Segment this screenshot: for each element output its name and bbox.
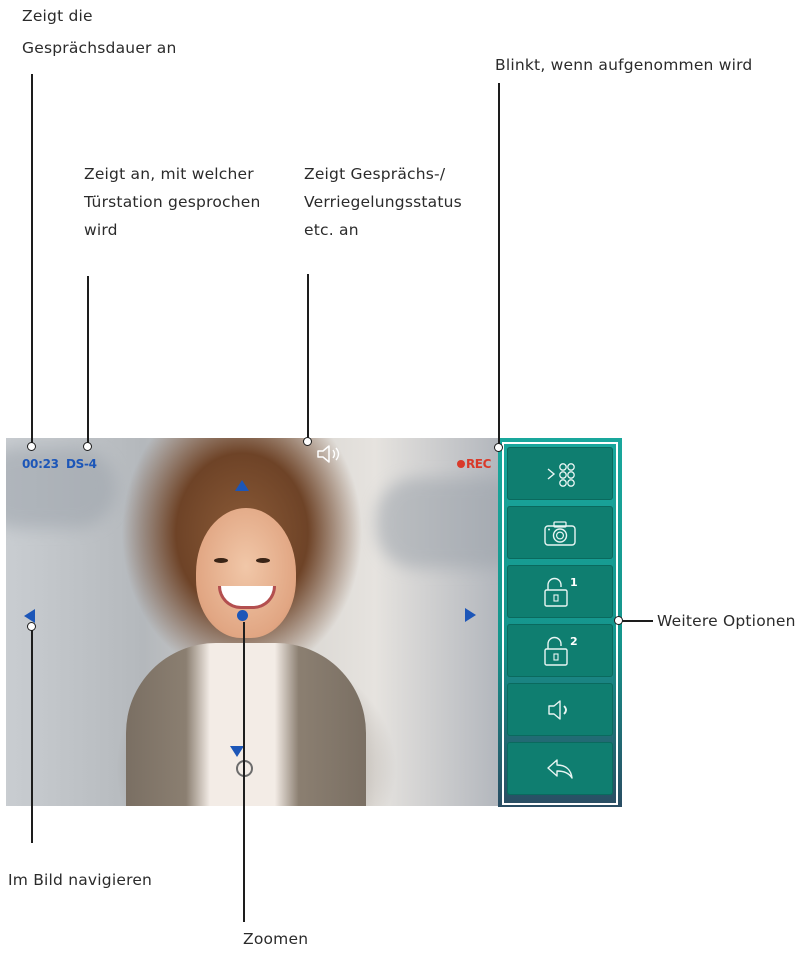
unlock-1-button[interactable]: 1 bbox=[507, 565, 613, 618]
back-icon bbox=[547, 758, 573, 779]
status-speaker-icon bbox=[317, 445, 340, 463]
callout-options-text: Weitere Optionen bbox=[657, 612, 796, 630]
volume-button[interactable] bbox=[507, 683, 613, 736]
callout-duration-line-1: Zeigt die bbox=[22, 7, 93, 25]
leader-station-dot bbox=[83, 442, 92, 451]
callout-station-line-2: Türstation gesprochen bbox=[84, 193, 261, 211]
callout-zoom: Zoomen bbox=[243, 925, 308, 954]
callout-status-line-1: Zeigt Gesprächs-/ bbox=[304, 165, 446, 183]
unlock-1-index: 1 bbox=[570, 576, 578, 589]
person-eye-left bbox=[214, 558, 228, 563]
camera-icon bbox=[544, 520, 576, 546]
callout-navigate-text: Im Bild navigieren bbox=[8, 871, 153, 889]
callout-recording: Blinkt, wenn aufgenommen wird bbox=[495, 51, 752, 80]
pan-left-arrow[interactable] bbox=[24, 609, 35, 623]
callout-status-line-2: Verriegelungsstatus bbox=[304, 193, 462, 211]
leader-navigate bbox=[31, 628, 33, 843]
options-panel: 1 2 bbox=[498, 438, 622, 807]
recording-indicator: REC bbox=[456, 457, 491, 471]
zoom-control[interactable] bbox=[237, 610, 248, 621]
leader-duration-dot bbox=[27, 442, 36, 451]
unlock-2-index: 2 bbox=[570, 635, 578, 648]
rec-label: REC bbox=[465, 457, 491, 471]
station-id-display: DS-4 bbox=[66, 457, 97, 471]
door-stations-button[interactable] bbox=[507, 447, 613, 500]
callout-status-line-3: etc. an bbox=[304, 221, 359, 239]
back-button[interactable] bbox=[507, 742, 613, 795]
callout-station-line-3: wird bbox=[84, 221, 118, 239]
person-torso bbox=[126, 643, 366, 806]
callout-duration: Zeigt die Gesprächsdauer an bbox=[22, 2, 176, 63]
leader-status bbox=[307, 274, 309, 440]
unlock-2-icon: 2 bbox=[544, 635, 578, 666]
callout-status: Zeigt Gesprächs-/ Verriegelungsstatus et… bbox=[304, 160, 462, 244]
leader-options bbox=[621, 620, 653, 622]
callout-duration-line-2: Gesprächsdauer an bbox=[22, 39, 177, 57]
leader-navigate-dot bbox=[27, 622, 36, 631]
leader-options-dot bbox=[614, 616, 623, 625]
callout-recording-text: Blinkt, wenn aufgenommen wird bbox=[495, 56, 753, 74]
callout-navigate: Im Bild navigieren bbox=[8, 866, 152, 895]
speaker-icon bbox=[548, 699, 567, 720]
unlock-1-icon: 1 bbox=[544, 576, 578, 607]
leader-duration bbox=[31, 74, 33, 445]
pan-up-arrow[interactable] bbox=[235, 480, 249, 491]
pan-down-arrow[interactable] bbox=[230, 746, 244, 757]
snapshot-button[interactable] bbox=[507, 506, 613, 559]
unlock-2-button[interactable]: 2 bbox=[507, 624, 613, 677]
leader-zoom bbox=[243, 622, 245, 922]
leader-recording-dot bbox=[494, 443, 503, 452]
intercom-video-screen[interactable]: 00:23 DS-4 REC bbox=[6, 438, 498, 806]
background-car-right bbox=[376, 478, 498, 568]
pan-right-arrow[interactable] bbox=[465, 608, 476, 622]
leader-station bbox=[87, 276, 89, 445]
callout-zoom-text: Zoomen bbox=[243, 930, 309, 948]
leader-status-dot bbox=[303, 437, 312, 446]
callout-options: Weitere Optionen bbox=[657, 607, 796, 636]
options-panel-frame: 1 2 bbox=[502, 442, 618, 805]
call-duration-display: 00:23 bbox=[22, 457, 59, 471]
leader-recording bbox=[498, 83, 500, 446]
rec-dot-icon bbox=[456, 460, 465, 468]
callout-station: Zeigt an, mit welcher Türstation gesproc… bbox=[84, 160, 261, 244]
person-eye-right bbox=[256, 558, 270, 563]
door-stations-icon bbox=[547, 462, 575, 487]
callout-station-line-1: Zeigt an, mit welcher bbox=[84, 165, 254, 183]
